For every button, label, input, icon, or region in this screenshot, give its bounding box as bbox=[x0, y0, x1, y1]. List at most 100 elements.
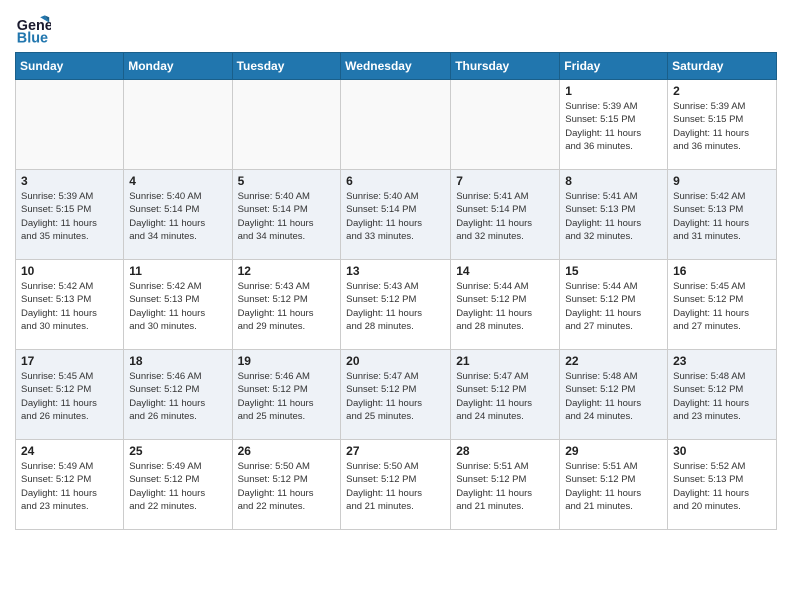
calendar-cell bbox=[232, 80, 341, 170]
calendar-cell: 1 Sunrise: 5:39 AM Sunset: 5:15 PM Daylig… bbox=[560, 80, 668, 170]
calendar-cell: 24 Sunrise: 5:49 AM Sunset: 5:12 PM Dayli… bbox=[16, 440, 124, 530]
day-info: Sunrise: 5:43 AM Sunset: 5:12 PM Dayligh… bbox=[238, 280, 336, 333]
week-row-2: 3Sunrise: 5:39 AM Sunset: 5:15 PM Daylig… bbox=[16, 170, 777, 260]
day-info: Sunrise: 5:42 AM Sunset: 5:13 PM Dayligh… bbox=[21, 280, 118, 333]
logo-icon: General Blue bbox=[15, 10, 51, 46]
calendar-cell: 17Sunrise: 5:45 AM Sunset: 5:12 PM Dayli… bbox=[16, 350, 124, 440]
day-info: Sunrise: 5:51 AM Sunset: 5:12 PM Dayligh… bbox=[565, 460, 662, 513]
day-info: Sunrise: 5:40 AM Sunset: 5:14 PM Dayligh… bbox=[129, 190, 226, 243]
day-number: 27 bbox=[346, 444, 445, 458]
weekday-header-saturday: Saturday bbox=[668, 53, 777, 80]
day-number: 9 bbox=[673, 174, 771, 188]
day-number: 1 bbox=[565, 84, 662, 98]
day-info: Sunrise: 5:48 AM Sunset: 5:12 PM Dayligh… bbox=[673, 370, 771, 423]
day-number: 7 bbox=[456, 174, 554, 188]
day-info: Sunrise: 5:45 AM Sunset: 5:12 PM Dayligh… bbox=[21, 370, 118, 423]
day-number: 2 bbox=[673, 84, 771, 98]
day-info: Sunrise: 5:41 AM Sunset: 5:14 PM Dayligh… bbox=[456, 190, 554, 243]
calendar-cell: 21 Sunrise: 5:47 AM Sunset: 5:12 PM Dayli… bbox=[451, 350, 560, 440]
day-number: 13 bbox=[346, 264, 445, 278]
day-number: 22 bbox=[565, 354, 662, 368]
day-info: Sunrise: 5:40 AM Sunset: 5:14 PM Dayligh… bbox=[238, 190, 336, 243]
day-number: 5 bbox=[238, 174, 336, 188]
day-info: Sunrise: 5:47 AM Sunset: 5:12 PM Dayligh… bbox=[346, 370, 445, 423]
calendar-cell: 6 Sunrise: 5:40 AM Sunset: 5:14 PM Daylig… bbox=[341, 170, 451, 260]
day-info: Sunrise: 5:47 AM Sunset: 5:12 PM Dayligh… bbox=[456, 370, 554, 423]
day-info: Sunrise: 5:51 AM Sunset: 5:12 PM Dayligh… bbox=[456, 460, 554, 513]
calendar-cell: 27Sunrise: 5:50 AM Sunset: 5:12 PM Dayli… bbox=[341, 440, 451, 530]
day-number: 20 bbox=[346, 354, 445, 368]
weekday-header-sunday: Sunday bbox=[16, 53, 124, 80]
calendar-cell: 22 Sunrise: 5:48 AM Sunset: 5:12 PM Dayli… bbox=[560, 350, 668, 440]
day-info: Sunrise: 5:48 AM Sunset: 5:12 PM Dayligh… bbox=[565, 370, 662, 423]
day-number: 15 bbox=[565, 264, 662, 278]
calendar-cell: 10 Sunrise: 5:42 AM Sunset: 5:13 PM Dayli… bbox=[16, 260, 124, 350]
day-number: 4 bbox=[129, 174, 226, 188]
weekday-header-monday: Monday bbox=[124, 53, 232, 80]
day-info: Sunrise: 5:39 AM Sunset: 5:15 PM Dayligh… bbox=[565, 100, 662, 153]
page-container: General Blue SundayMondayTuesdayWednesda… bbox=[0, 0, 792, 540]
day-number: 18 bbox=[129, 354, 226, 368]
calendar-cell: 2 Sunrise: 5:39 AM Sunset: 5:15 PM Daylig… bbox=[668, 80, 777, 170]
day-number: 25 bbox=[129, 444, 226, 458]
calendar-cell: 30Sunrise: 5:52 AM Sunset: 5:13 PM Dayli… bbox=[668, 440, 777, 530]
day-number: 16 bbox=[673, 264, 771, 278]
day-number: 10 bbox=[21, 264, 118, 278]
day-info: Sunrise: 5:49 AM Sunset: 5:12 PM Dayligh… bbox=[129, 460, 226, 513]
weekday-header-wednesday: Wednesday bbox=[341, 53, 451, 80]
day-info: Sunrise: 5:39 AM Sunset: 5:15 PM Dayligh… bbox=[673, 100, 771, 153]
day-number: 12 bbox=[238, 264, 336, 278]
day-info: Sunrise: 5:43 AM Sunset: 5:12 PM Dayligh… bbox=[346, 280, 445, 333]
calendar-cell: 12 Sunrise: 5:43 AM Sunset: 5:12 PM Dayli… bbox=[232, 260, 341, 350]
day-number: 21 bbox=[456, 354, 554, 368]
calendar-cell bbox=[451, 80, 560, 170]
day-info: Sunrise: 5:44 AM Sunset: 5:12 PM Dayligh… bbox=[456, 280, 554, 333]
day-number: 11 bbox=[129, 264, 226, 278]
calendar-cell: 9 Sunrise: 5:42 AM Sunset: 5:13 PM Daylig… bbox=[668, 170, 777, 260]
calendar-cell: 15 Sunrise: 5:44 AM Sunset: 5:12 PM Dayli… bbox=[560, 260, 668, 350]
week-row-1: 1 Sunrise: 5:39 AM Sunset: 5:15 PM Daylig… bbox=[16, 80, 777, 170]
day-number: 8 bbox=[565, 174, 662, 188]
day-info: Sunrise: 5:46 AM Sunset: 5:12 PM Dayligh… bbox=[238, 370, 336, 423]
day-info: Sunrise: 5:45 AM Sunset: 5:12 PM Dayligh… bbox=[673, 280, 771, 333]
day-info: Sunrise: 5:46 AM Sunset: 5:12 PM Dayligh… bbox=[129, 370, 226, 423]
calendar-cell: 4 Sunrise: 5:40 AM Sunset: 5:14 PM Daylig… bbox=[124, 170, 232, 260]
weekday-header-friday: Friday bbox=[560, 53, 668, 80]
week-row-4: 17Sunrise: 5:45 AM Sunset: 5:12 PM Dayli… bbox=[16, 350, 777, 440]
calendar-cell: 20 Sunrise: 5:47 AM Sunset: 5:12 PM Dayli… bbox=[341, 350, 451, 440]
weekday-header-row: SundayMondayTuesdayWednesdayThursdayFrid… bbox=[16, 53, 777, 80]
calendar-cell bbox=[124, 80, 232, 170]
day-info: Sunrise: 5:50 AM Sunset: 5:12 PM Dayligh… bbox=[238, 460, 336, 513]
day-number: 26 bbox=[238, 444, 336, 458]
logo: General Blue bbox=[15, 10, 55, 46]
day-info: Sunrise: 5:39 AM Sunset: 5:15 PM Dayligh… bbox=[21, 190, 118, 243]
calendar-cell: 11 Sunrise: 5:42 AM Sunset: 5:13 PM Dayli… bbox=[124, 260, 232, 350]
day-number: 6 bbox=[346, 174, 445, 188]
day-number: 30 bbox=[673, 444, 771, 458]
calendar-cell: 19 Sunrise: 5:46 AM Sunset: 5:12 PM Dayli… bbox=[232, 350, 341, 440]
calendar-cell: 29Sunrise: 5:51 AM Sunset: 5:12 PM Dayli… bbox=[560, 440, 668, 530]
weekday-header-tuesday: Tuesday bbox=[232, 53, 341, 80]
day-info: Sunrise: 5:49 AM Sunset: 5:12 PM Dayligh… bbox=[21, 460, 118, 513]
day-info: Sunrise: 5:40 AM Sunset: 5:14 PM Dayligh… bbox=[346, 190, 445, 243]
calendar-cell: 23 Sunrise: 5:48 AM Sunset: 5:12 PM Dayli… bbox=[668, 350, 777, 440]
calendar-cell: 7 Sunrise: 5:41 AM Sunset: 5:14 PM Daylig… bbox=[451, 170, 560, 260]
week-row-5: 24 Sunrise: 5:49 AM Sunset: 5:12 PM Dayli… bbox=[16, 440, 777, 530]
day-info: Sunrise: 5:44 AM Sunset: 5:12 PM Dayligh… bbox=[565, 280, 662, 333]
svg-text:Blue: Blue bbox=[17, 30, 48, 46]
day-info: Sunrise: 5:41 AM Sunset: 5:13 PM Dayligh… bbox=[565, 190, 662, 243]
calendar: SundayMondayTuesdayWednesdayThursdayFrid… bbox=[15, 52, 777, 530]
calendar-cell: 18 Sunrise: 5:46 AM Sunset: 5:12 PM Dayli… bbox=[124, 350, 232, 440]
day-number: 24 bbox=[21, 444, 118, 458]
week-row-3: 10 Sunrise: 5:42 AM Sunset: 5:13 PM Dayli… bbox=[16, 260, 777, 350]
calendar-cell: 5 Sunrise: 5:40 AM Sunset: 5:14 PM Daylig… bbox=[232, 170, 341, 260]
day-info: Sunrise: 5:42 AM Sunset: 5:13 PM Dayligh… bbox=[129, 280, 226, 333]
day-number: 23 bbox=[673, 354, 771, 368]
day-info: Sunrise: 5:42 AM Sunset: 5:13 PM Dayligh… bbox=[673, 190, 771, 243]
calendar-cell: 26 Sunrise: 5:50 AM Sunset: 5:12 PM Dayli… bbox=[232, 440, 341, 530]
day-number: 14 bbox=[456, 264, 554, 278]
day-number: 19 bbox=[238, 354, 336, 368]
calendar-cell: 16 Sunrise: 5:45 AM Sunset: 5:12 PM Dayli… bbox=[668, 260, 777, 350]
calendar-cell: 8 Sunrise: 5:41 AM Sunset: 5:13 PM Daylig… bbox=[560, 170, 668, 260]
weekday-header-thursday: Thursday bbox=[451, 53, 560, 80]
